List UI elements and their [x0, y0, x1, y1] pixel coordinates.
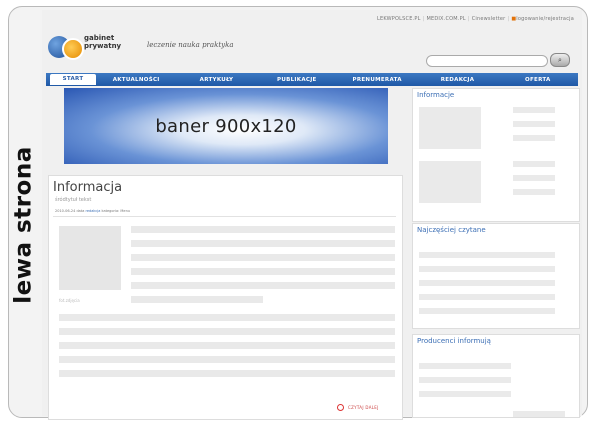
text-placeholder: [513, 161, 555, 167]
divider: [53, 216, 396, 217]
sidebar-box-producenci: Producenci informują: [412, 334, 580, 418]
nav-item-prenumerata[interactable]: PRENUMERATA: [337, 77, 417, 83]
circle-arrow-icon: [337, 404, 344, 411]
top-link-login[interactable]: logowanie/rejestracja: [516, 16, 574, 22]
thumb-placeholder: [419, 107, 481, 149]
text-placeholder: [59, 342, 395, 349]
sidebar-box-informacje: Informacje: [412, 88, 580, 222]
text-placeholder: [419, 308, 555, 314]
text-placeholder: [419, 391, 511, 397]
text-placeholder: [59, 328, 395, 335]
text-placeholder: [419, 377, 511, 383]
text-placeholder: [419, 252, 555, 258]
sidebar-box-najczesciej-czytane: Najczęściej czytane: [412, 223, 580, 329]
text-placeholder: [131, 254, 395, 261]
text-placeholder: [59, 370, 395, 377]
thumb-placeholder: [419, 161, 481, 203]
search-input[interactable]: [426, 55, 548, 67]
article-category: kategoria: Menu: [101, 209, 131, 213]
text-placeholder: [131, 240, 395, 247]
text-placeholder: [419, 294, 555, 300]
nav-item-oferta[interactable]: OFERTA: [498, 77, 578, 83]
nav-item-start[interactable]: START: [50, 74, 96, 85]
text-placeholder: [513, 411, 565, 417]
image-caption: fot.zdjęcia: [59, 298, 80, 303]
tagline: leczenie nauka praktyka: [147, 41, 234, 49]
top-link-newsletter[interactable]: Cinewsletter: [472, 16, 506, 22]
nav-item-artykuly[interactable]: ARTYKUŁY: [176, 77, 256, 83]
article-meta: 2010-06-24 data redakcja kategoria: Menu: [55, 209, 130, 213]
text-placeholder: [419, 363, 511, 369]
nav-item-redakcja[interactable]: REDAKCJA: [417, 77, 497, 83]
text-placeholder: [419, 280, 555, 286]
logo-p-icon: [62, 38, 84, 60]
logo-line-2: prywatny: [84, 42, 122, 50]
search-icon: ⌕: [558, 56, 562, 64]
article-subtitle: śródtytuł tekst: [55, 197, 92, 203]
nav-item-aktualnosci[interactable]: AKTUALNOŚCI: [96, 77, 176, 83]
banner-text: baner 900x120: [155, 115, 297, 137]
article-image-placeholder: [59, 226, 121, 290]
text-placeholder: [59, 356, 395, 363]
read-more-label: CZYTAJ DALEJ: [348, 405, 379, 410]
text-placeholder: [513, 189, 555, 195]
text-placeholder: [513, 107, 555, 113]
article: Informacja śródtytuł tekst 2010-06-24 da…: [48, 175, 403, 420]
text-placeholder: [131, 268, 395, 275]
banner[interactable]: baner 900x120: [64, 88, 388, 164]
text-placeholder: [131, 226, 395, 233]
logo-text: gabinet prywatny: [84, 34, 121, 50]
logo-line-1: gabinet: [84, 34, 115, 42]
sidebar-box-title[interactable]: Najczęściej czytane: [417, 226, 486, 234]
text-placeholder: [131, 282, 395, 289]
side-label-text: lewa strona: [11, 146, 38, 304]
text-placeholder: [131, 296, 263, 303]
search-button[interactable]: ⌕: [550, 53, 570, 67]
logo[interactable]: gabinet prywatny: [48, 30, 121, 60]
main-nav: START AKTUALNOŚCI ARTYKUŁY PUBLIKACJE PR…: [46, 73, 578, 86]
website-mockup: LEKWPOLSCE.PL | MEDIX.COM.PL | Cinewsletter |…: [42, 10, 582, 420]
text-placeholder: [59, 314, 395, 321]
sidebar-box-title[interactable]: Informacje: [417, 91, 454, 99]
article-title: Informacja: [53, 180, 123, 195]
sidebar-box-title[interactable]: Producenci informują: [417, 337, 491, 345]
article-date: 2010-06-24 data: [55, 209, 85, 213]
read-more-button[interactable]: CZYTAJ DALEJ: [337, 404, 379, 411]
top-link-lekwpolsce[interactable]: LEKWPOLSCE.PL: [377, 16, 421, 22]
text-placeholder: [513, 175, 555, 181]
top-link-medix[interactable]: MEDIX.COM.PL: [426, 16, 465, 22]
nav-item-publikacje[interactable]: PUBLIKACJE: [257, 77, 337, 83]
text-placeholder: [513, 135, 555, 141]
side-label: lewa strona: [4, 146, 44, 303]
top-links: LEKWPOLSCE.PL | MEDIX.COM.PL | Cinewsletter |…: [377, 16, 574, 22]
text-placeholder: [513, 121, 555, 127]
article-author-link[interactable]: redakcja: [85, 209, 100, 213]
text-placeholder: [419, 266, 555, 272]
